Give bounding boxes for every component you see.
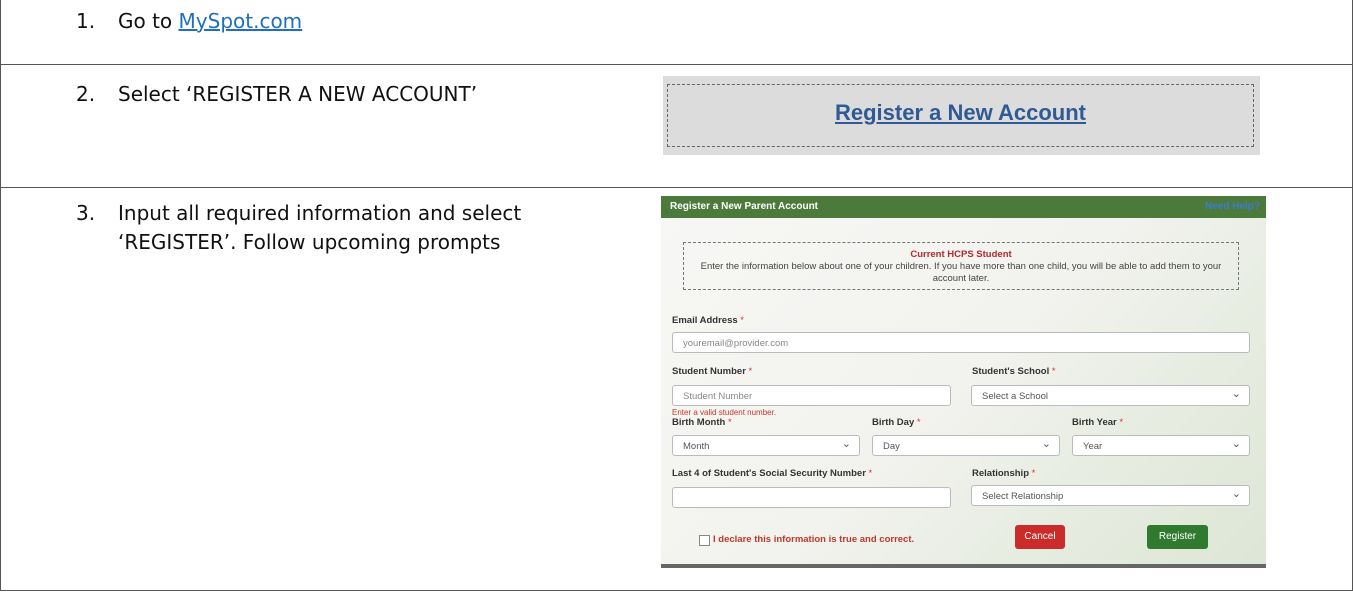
step-3: 3. Input all required information and sel… (76, 199, 596, 257)
form-bottom-edge (661, 564, 1266, 568)
register-button[interactable]: Register (1147, 525, 1208, 549)
step-1: 1. Go to MySpot.com (76, 7, 302, 36)
birth-month-select[interactable]: Month (672, 435, 860, 456)
email-label: Email Address * (672, 315, 744, 326)
student-number-label: Student Number * (672, 366, 753, 377)
birth-year-select[interactable]: Year (1072, 435, 1250, 456)
myspot-link[interactable]: MySpot.com (179, 9, 303, 33)
form-title: Register a New Parent Account (670, 201, 819, 212)
school-label: Student's School * (972, 366, 1056, 377)
banner-border: Register a New Account (667, 84, 1254, 147)
student-number-error: Enter a valid student number. (672, 408, 777, 417)
birth-day-select[interactable]: Day (872, 435, 1060, 456)
row-divider (1, 187, 1352, 188)
ssn-input[interactable] (672, 487, 951, 508)
form-header: Register a New Parent Account Need Help? (661, 196, 1266, 218)
ssn-label: Last 4 of Student's Social Security Numb… (672, 468, 873, 479)
step-number: 2. (76, 82, 96, 106)
declaration-label: I declare this information is true and c… (713, 534, 915, 545)
birth-day-label: Birth Day * (872, 417, 921, 428)
row-divider (1, 64, 1352, 65)
student-number-input[interactable]: Student Number (672, 385, 951, 406)
step-text: Go to (118, 9, 179, 33)
relationship-select[interactable]: Select Relationship (971, 485, 1250, 506)
birth-year-label: Birth Year * (1072, 417, 1124, 428)
registration-form-screenshot: Register a New Parent Account Need Help?… (661, 196, 1266, 568)
step-text: Select ‘REGISTER A NEW ACCOUNT’ (118, 82, 478, 106)
register-new-account-link[interactable]: Register a New Account (668, 100, 1253, 126)
step-number: 1. (76, 9, 96, 33)
step-number: 3. (76, 201, 96, 225)
step-2: 2. Select ‘REGISTER A NEW ACCOUNT’ (76, 80, 477, 109)
notice-title: Current HCPS Student (910, 249, 1012, 260)
student-notice: Current HCPS Student Enter the informati… (683, 242, 1239, 290)
notice-text: Enter the information below about one of… (700, 261, 1222, 284)
email-input[interactable]: youremail@provider.com (672, 332, 1250, 353)
register-banner-screenshot: Register a New Account (663, 76, 1260, 155)
birth-month-label: Birth Month * (672, 417, 732, 428)
step-text: Input all required information and selec… (118, 201, 522, 254)
relationship-label: Relationship * (972, 468, 1036, 479)
school-select[interactable]: Select a School (971, 385, 1250, 406)
declaration-checkbox[interactable] (699, 535, 710, 546)
need-help-link[interactable]: Need Help? (1205, 201, 1260, 212)
cancel-button[interactable]: Cancel (1015, 525, 1065, 549)
